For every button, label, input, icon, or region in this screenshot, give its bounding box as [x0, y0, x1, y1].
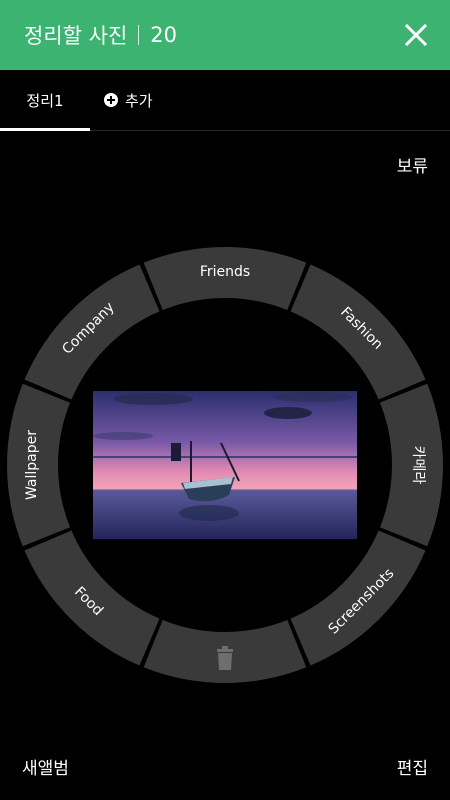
wheel-label: Friends [200, 264, 250, 280]
header-title-group: 정리할 사진 20 [24, 0, 177, 70]
page-title: 정리할 사진 [24, 24, 128, 48]
tab-add[interactable]: 추가 [104, 70, 153, 130]
photo-preview [93, 391, 357, 539]
wheel-label: 카메라 [410, 446, 426, 485]
add-circle-icon [104, 93, 118, 107]
tab-sort-1-label: 정리1 [26, 91, 64, 110]
tab-add-label: 추가 [125, 91, 153, 110]
close-icon [404, 23, 428, 47]
active-tab-indicator [0, 128, 90, 131]
edit-button[interactable]: 편집 [397, 754, 428, 779]
photo-count: 20 [150, 23, 178, 47]
tab-sort-1[interactable]: 정리1 [0, 70, 90, 130]
trash-icon[interactable] [217, 646, 233, 670]
hold-button[interactable]: 보류 [397, 152, 428, 177]
app-bar: 정리할 사진 20 [0, 0, 450, 70]
tab-bar: 정리1 추가 [0, 70, 450, 131]
wheel-label: Wallpaper [24, 430, 40, 500]
new-album-button[interactable]: 새앨범 [22, 754, 69, 779]
title-divider [138, 25, 140, 45]
close-button[interactable] [398, 17, 434, 53]
